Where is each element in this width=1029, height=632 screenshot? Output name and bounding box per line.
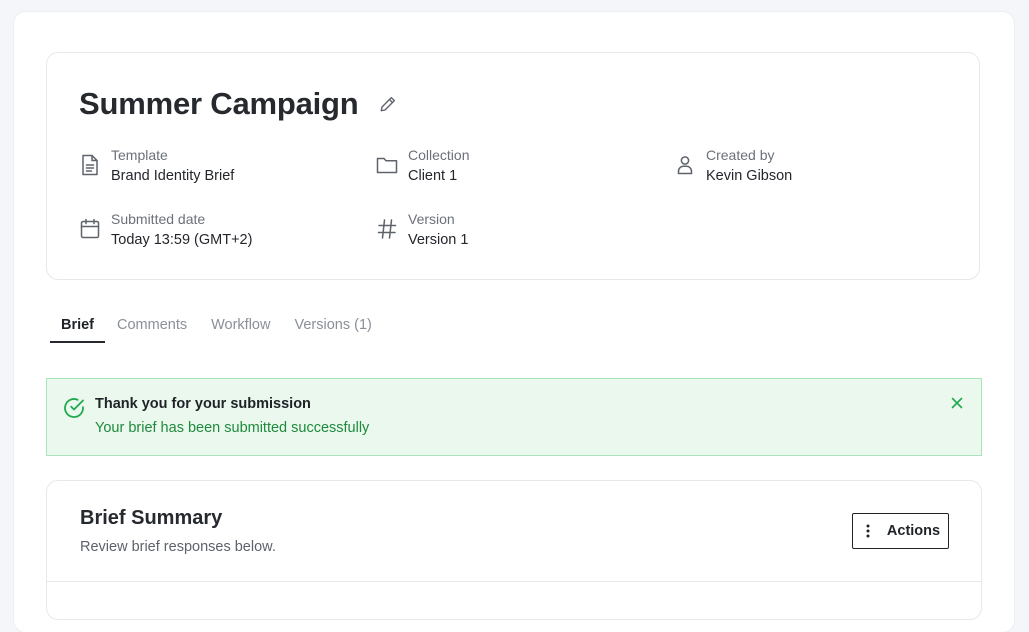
success-alert: Thank you for your submission Your brief… (46, 378, 982, 456)
meta-label: Created by (706, 147, 775, 163)
meta-version: Version Version 1 (376, 210, 468, 250)
folder-icon (376, 154, 398, 176)
alert-message: Your brief has been submitted successful… (95, 420, 370, 436)
user-icon (674, 154, 696, 176)
pencil-icon (380, 96, 395, 112)
tab-workflow[interactable]: Workflow (211, 308, 270, 343)
check-circle-icon (64, 398, 84, 418)
template-value: Brand Identity Brief (111, 168, 235, 184)
brief-tabs: Brief Comments Workflow Versions (1) (50, 308, 372, 343)
more-vertical-icon (866, 524, 870, 538)
summary-title: Brief Summary (80, 507, 223, 529)
collection-value: Client 1 (408, 168, 458, 184)
page-title: Summer Campaign (79, 86, 359, 121)
meta-label: Version (408, 211, 455, 227)
actions-label: Actions (886, 523, 941, 539)
brief-header-card: Summer Campaign Template Brand Identity … (46, 52, 980, 280)
tab-comments[interactable]: Comments (117, 308, 187, 343)
meta-label: Template (111, 147, 168, 163)
tab-brief[interactable]: Brief (50, 308, 105, 343)
hash-icon (376, 218, 398, 240)
meta-template: Template Brand Identity Brief (79, 146, 234, 186)
edit-title-button[interactable] (377, 93, 399, 115)
meta-collection: Collection Client 1 (376, 146, 469, 186)
summary-subtitle: Review brief responses below. (80, 539, 276, 555)
document-icon (79, 154, 101, 176)
version-value: Version 1 (408, 232, 469, 248)
meta-submitted-date: Submitted date Today 13:59 (GMT+2) (79, 210, 252, 250)
close-icon[interactable] (949, 395, 965, 411)
alert-title: Thank you for your submission (95, 396, 311, 412)
title-row: Summer Campaign (79, 84, 399, 124)
meta-label: Submitted date (111, 211, 206, 227)
meta-label: Collection (408, 147, 470, 163)
submitted-date-value: Today 13:59 (GMT+2) (111, 232, 253, 248)
created-by-value: Kevin Gibson (706, 168, 793, 184)
divider (47, 581, 981, 582)
calendar-icon (79, 218, 101, 240)
actions-button[interactable]: Actions (852, 513, 949, 549)
meta-created-by: Created by Kevin Gibson (674, 146, 792, 186)
brief-summary-card: Brief Summary Review brief responses bel… (46, 480, 982, 620)
tab-versions[interactable]: Versions (1) (294, 308, 371, 343)
